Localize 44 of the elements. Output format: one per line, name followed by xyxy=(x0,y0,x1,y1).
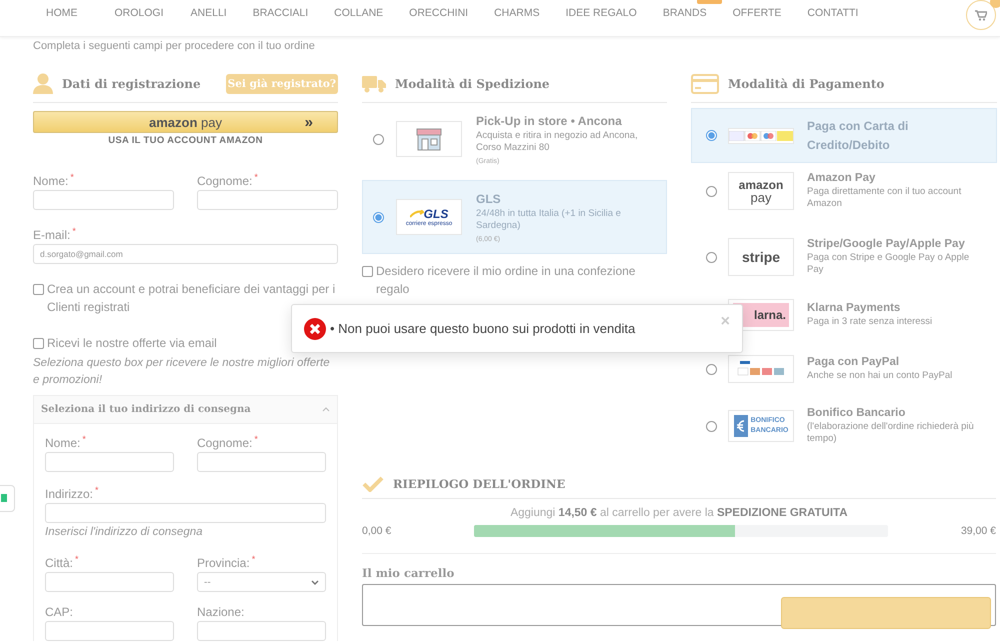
option-description: Anche se non hai un conto PayPal xyxy=(807,370,952,382)
option-name: Amazon Pay xyxy=(807,172,876,184)
option-name: Bonifico Bancario xyxy=(807,407,906,419)
field-label: Città: $^{*}$ xyxy=(45,554,80,570)
section-title: Dati di registrazione xyxy=(62,77,202,91)
error-message: • Non puoi usare questo buono sui prodotti in vendita xyxy=(330,321,636,336)
field-label: Provincia: $^{*}$ xyxy=(197,554,256,570)
intro-text: Completa i seguenti campi per procedere con il tuo ordine xyxy=(32,39,316,52)
option-name: Paga con Carta di Credito/Debito xyxy=(807,118,910,154)
section-title: Modalità di Pagamento xyxy=(728,77,886,91)
hint-text: Seleziona questo box per ricevere le nostre migliori offerte e promozioni! xyxy=(33,356,331,388)
progress-min-label: 0,00 € xyxy=(362,525,392,537)
option-name: GLS xyxy=(476,192,502,206)
field-label: E-mail: $^{*}$ xyxy=(33,226,77,242)
section-title: Modalità di Spedizione xyxy=(395,77,551,91)
field-label: Indirizzo: $^{*}$ xyxy=(45,485,100,501)
field-label: Cognome: $^{*}$ xyxy=(197,434,259,450)
progress-max-label: 39,00 € xyxy=(960,525,996,537)
hint-text: Inserisci l'indirizzo di consegna xyxy=(45,525,204,540)
option-description: Paga direttamente con il tuo account Amazon xyxy=(807,186,962,210)
checkbox-label: Crea un account e potrai beneficiare dei vantaggi per i Clienti registrati xyxy=(47,281,336,316)
panel-title: Seleziona il tuo indirizzo di consegna xyxy=(41,404,251,415)
field-label: Nazione: xyxy=(197,605,246,619)
option-description: (l'elaborazione dell'ordine richiederà più tempo) xyxy=(807,421,975,445)
checkbox-label: Desidero ricevere il mio ordine in una confezione regalo xyxy=(376,263,636,298)
amazon-caption: USA IL TUO ACCOUNT AMAZON xyxy=(107,135,264,146)
option-name: Pick-Up in store • Ancona xyxy=(476,114,623,128)
option-name: Klarna Payments xyxy=(807,302,902,314)
option-name: Paga con PayPal xyxy=(807,356,900,368)
field-label: Nome: $^{*}$ xyxy=(45,434,87,450)
field-label: Nome: $^{*}$ xyxy=(33,172,75,188)
cart-title: Il mio carrello xyxy=(362,566,456,580)
option-name: Stripe/Google Pay/Apple Pay xyxy=(807,238,966,250)
field-label: Cognome: $^{*}$ xyxy=(197,172,259,188)
amazon-pay-logo: amazon pay xyxy=(738,178,784,204)
option-description: 24/48h in tutta Italia (+1 in Sicilia e Sardegna) xyxy=(476,208,622,232)
option-description: Paga in 3 rate senza interessi xyxy=(807,316,932,328)
free-shipping-text: Aggiungi 14,50 € al carrello per avere la SPEDIZIONE GRATUITA xyxy=(509,507,849,519)
stripe-logo: stripe xyxy=(742,250,780,264)
option-description: Paga con Stripe e Google Pay o Apple Pay xyxy=(807,252,970,276)
section-title: RIEPILOGO DELL'ORDINE xyxy=(393,477,566,491)
checkbox-label: Ricevi le nostre offerte via email xyxy=(47,335,217,352)
field-label: CAP: xyxy=(45,605,74,619)
option-description: Acquista e ritira in negozio ad Ancona, Corso Mazzini 80 xyxy=(476,130,639,154)
